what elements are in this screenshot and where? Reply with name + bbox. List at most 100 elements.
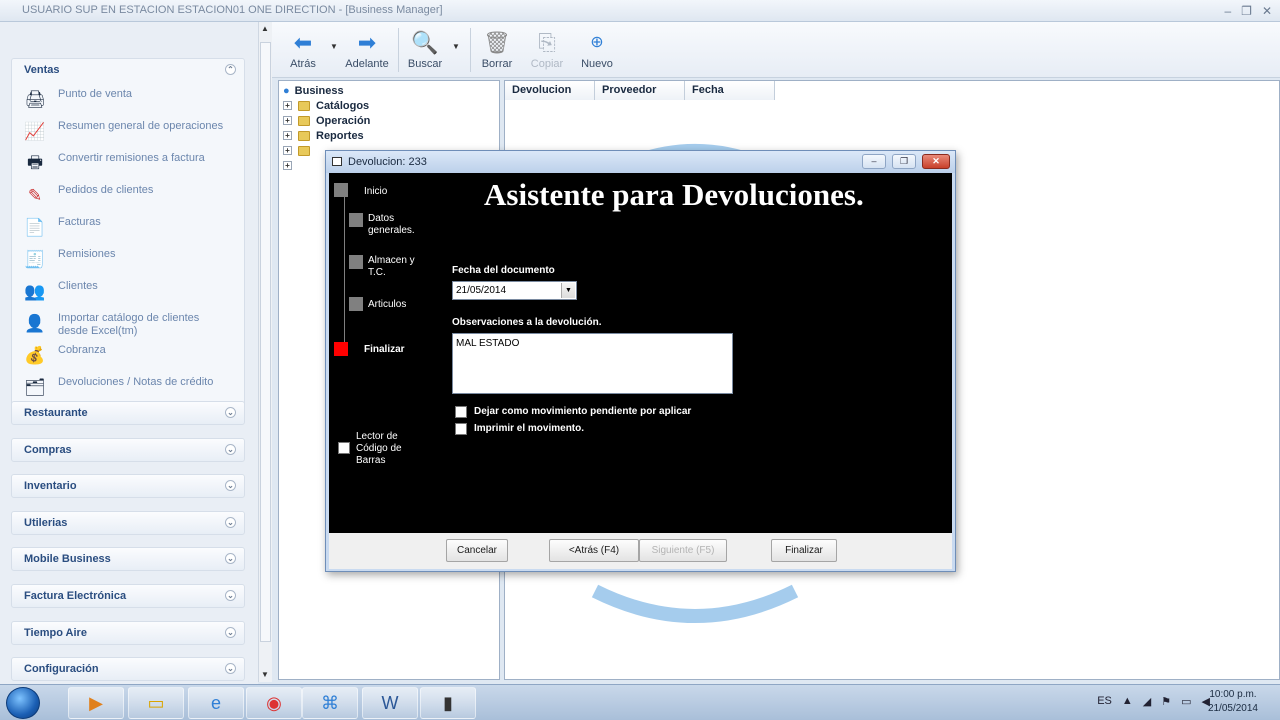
collapse-icon[interactable]: ⌃ [225, 64, 236, 75]
expand-icon[interactable]: ⌄ [225, 553, 236, 564]
menu-item-clientes[interactable]: 👥 Clientes [22, 279, 232, 307]
menu-item-importar[interactable]: 👤 Importar catálogo de clientes desde Ex… [22, 311, 232, 339]
forward-button[interactable]: ➡ Adelante [344, 28, 390, 76]
tree-item-hidden[interactable]: + [283, 158, 298, 173]
delete-button[interactable]: 🗑 Borrar [474, 28, 520, 76]
finish-button[interactable]: Finalizar [771, 539, 837, 562]
clock[interactable]: 10:00 p.m. 21/05/2014 [1208, 688, 1258, 716]
taskbar-internet-explorer[interactable]: e [188, 687, 244, 719]
tree-item-catalogos[interactable]: + Catálogos [283, 98, 369, 113]
date-value: 21/05/2014 [456, 285, 507, 296]
column-fecha[interactable]: Fecha [685, 81, 775, 100]
document-date-picker[interactable]: 21/05/2014 ▼ [452, 281, 577, 300]
cancel-button[interactable]: Cancelar [446, 539, 508, 562]
window-title-bar: USUARIO SUP EN ESTACION ESTACION01 ONE D… [0, 0, 1280, 22]
dialog-close-button[interactable]: ✕ [922, 154, 950, 169]
expand-icon[interactable]: + [283, 116, 292, 125]
tree-item-operacion[interactable]: + Operación [283, 113, 370, 128]
print-checkbox-label: Imprimir el movimento. [474, 423, 585, 434]
steps-connector [344, 183, 345, 351]
start-button[interactable] [6, 687, 40, 719]
maximize-button[interactable]: ❐ [1241, 4, 1252, 18]
section-restaurante[interactable]: Restaurante ⌄ [11, 401, 245, 425]
expand-icon[interactable]: ⌄ [225, 663, 236, 674]
dialog-maximize-button[interactable]: ❐ [892, 154, 916, 169]
expand-icon[interactable]: ⌄ [225, 444, 236, 455]
close-button[interactable]: ✕ [1262, 4, 1272, 18]
barcode-reader-label: Lector de Código de Barras [356, 431, 402, 466]
search-button[interactable]: 🔍 Buscar [402, 28, 448, 76]
pending-checkbox[interactable] [455, 406, 467, 418]
menu-item-label: Facturas [58, 216, 101, 228]
tree-item-hidden[interactable]: + [283, 143, 316, 158]
menu-item-convertir[interactable]: 🖶 Convertir remisiones a factura [22, 151, 232, 179]
scroll-up-icon[interactable]: ▲ [261, 24, 269, 33]
menu-item-facturas[interactable]: 📄 Facturas [22, 215, 232, 243]
sidebar-scrollbar[interactable]: ▲ ▼ [258, 22, 272, 682]
taskbar-media-player[interactable]: ▶ [68, 687, 124, 719]
expand-icon[interactable]: ⌄ [225, 517, 236, 528]
magnifier-icon: 🔍 [411, 30, 439, 55]
ventas-header[interactable]: Ventas ⌃ [12, 59, 244, 81]
dialog-minimize-button[interactable]: ‒ [862, 154, 886, 169]
back-dropdown-icon[interactable]: ▼ [330, 42, 338, 51]
section-configuracion[interactable]: Configuración ⌄ [11, 657, 245, 681]
battery-icon[interactable]: ▭ [1181, 695, 1191, 708]
section-inventario[interactable]: Inventario ⌄ [11, 474, 245, 498]
taskbar-app[interactable]: ▮ [420, 687, 476, 719]
taskbar-chrome[interactable]: ◉ [246, 687, 302, 719]
column-proveedor[interactable]: Proveedor [595, 81, 685, 100]
menu-item-punto-de-venta[interactable]: 🖨 Punto de venta [22, 87, 232, 115]
taskbar-explorer[interactable]: ▭ [128, 687, 184, 719]
taskbar-word[interactable]: W [362, 687, 418, 719]
section-mobile-business[interactable]: Mobile Business ⌄ [11, 547, 245, 571]
chevron-down-icon[interactable]: ▼ [561, 283, 575, 298]
step-almacen: Almacen y T.C. [368, 255, 415, 278]
new-button[interactable]: ⊕ Nuevo [574, 28, 620, 76]
next-step-button[interactable]: Siguiente (F5) [639, 539, 727, 562]
menu-item-resumen[interactable]: 📈 Resumen general de operaciones [22, 119, 232, 147]
copy-button[interactable]: ⎘ Copiar [524, 28, 570, 76]
section-compras[interactable]: Compras ⌄ [11, 438, 245, 462]
expand-icon[interactable]: + [283, 161, 292, 170]
tree-root[interactable]: ● Business [283, 83, 344, 98]
menu-item-pedidos[interactable]: ✎ Pedidos de clientes [22, 183, 232, 211]
menu-item-devoluciones[interactable]: 🗂 Devoluciones / Notas de crédito [22, 375, 232, 403]
search-dropdown-icon[interactable]: ▼ [452, 42, 460, 51]
show-hidden-icon[interactable]: ▲ [1122, 695, 1133, 708]
expand-icon[interactable]: ⌄ [225, 480, 236, 491]
section-label: Restaurante [24, 407, 88, 419]
back-button[interactable]: ⬅ Atrás [280, 28, 326, 76]
expand-icon[interactable]: + [283, 101, 292, 110]
sidebar: Ventas ⌃ 🖨 Punto de venta 📈 Resumen gene… [0, 22, 258, 684]
internet-explorer-icon: e [210, 692, 221, 713]
expand-icon[interactable]: ⌄ [225, 627, 236, 638]
observations-textarea[interactable]: MAL ESTADO [452, 333, 733, 394]
section-utilerias[interactable]: Utilerias ⌄ [11, 511, 245, 535]
observations-label: Observaciones a la devolución. [452, 317, 602, 328]
menu-item-remisiones[interactable]: 🧾 Remisiones [22, 247, 232, 275]
expand-icon[interactable]: + [283, 131, 292, 140]
window-icon [332, 157, 342, 166]
network-icon[interactable]: ◢ [1143, 695, 1151, 708]
language-indicator[interactable]: ES [1097, 695, 1112, 708]
barcode-reader-checkbox[interactable] [338, 442, 350, 454]
expand-icon[interactable]: ⌄ [225, 407, 236, 418]
expand-icon[interactable]: ⌄ [225, 590, 236, 601]
scroll-down-icon[interactable]: ▼ [261, 670, 269, 679]
menu-item-cobranza[interactable]: 💰 Cobranza [22, 343, 232, 371]
scroll-thumb[interactable] [260, 42, 271, 642]
print-checkbox[interactable] [455, 423, 467, 435]
tree-item-reportes[interactable]: + Reportes [283, 128, 364, 143]
flag-icon[interactable]: ⚑ [1161, 695, 1171, 708]
back-step-button[interactable]: <Atrás (F4) [549, 539, 639, 562]
dialog-title-bar[interactable]: Devolucion: 233 ‒ ❐ ✕ [326, 151, 955, 173]
section-tiempo-aire[interactable]: Tiempo Aire ⌄ [11, 621, 245, 645]
delete-label: Borrar [481, 58, 513, 70]
column-devolucion[interactable]: Devolucion [505, 81, 595, 100]
copy-icon: ⎘ [538, 30, 556, 55]
minimize-button[interactable]: ‒ [1224, 4, 1231, 18]
taskbar-business-manager[interactable]: ⌘ [302, 687, 358, 719]
expand-icon[interactable]: + [283, 146, 292, 155]
section-factura-electronica[interactable]: Factura Electrónica ⌄ [11, 584, 245, 608]
